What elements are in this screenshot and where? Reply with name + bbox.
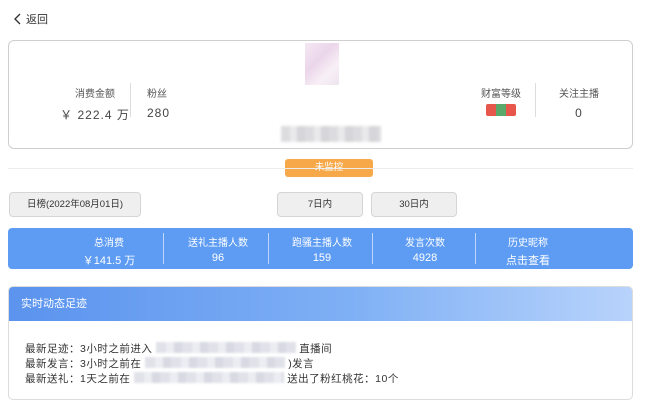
gift-anchors-stat: 送礼主播人数 96 bbox=[170, 228, 266, 269]
divider bbox=[372, 233, 373, 264]
latest-speech-line: 最新发言：3小时之前在 )发言 bbox=[25, 356, 314, 371]
back-label: 返回 bbox=[26, 14, 48, 26]
latest-gift-suffix: 送出了粉红桃花：10个 bbox=[287, 373, 399, 385]
stats-bar: 总消费 ￥141.5 万 送礼主播人数 96 跑骚主播人数 159 发言次数 4… bbox=[8, 228, 633, 269]
latest-speech-prefix: 最新发言：3小时之前在 bbox=[25, 358, 142, 370]
speech-count-stat: 发言次数 4928 bbox=[378, 228, 472, 269]
gift-anchors-label: 送礼主播人数 bbox=[188, 238, 248, 249]
history-nicknames-label: 历史昵称 bbox=[508, 238, 548, 249]
fans-value: 280 bbox=[147, 106, 171, 120]
spend-value: ￥ 222.4 万 bbox=[60, 108, 130, 122]
visit-anchors-value: 159 bbox=[312, 252, 332, 264]
history-nicknames-link[interactable]: 点击查看 bbox=[480, 252, 576, 268]
divider bbox=[130, 83, 131, 117]
total-spend-stat: 总消费 ￥141.5 万 bbox=[64, 228, 154, 269]
gift-anchors-value: 96 bbox=[211, 252, 225, 264]
username-redacted bbox=[281, 126, 381, 142]
follow-stat: 关注主播 0 bbox=[549, 85, 609, 120]
total-spend-label: 总消费 bbox=[94, 238, 124, 249]
follow-label: 关注主播 bbox=[559, 89, 599, 100]
divider bbox=[163, 233, 164, 264]
divider bbox=[475, 233, 476, 264]
speech-count-label: 发言次数 bbox=[405, 238, 445, 249]
redacted-text bbox=[144, 357, 285, 368]
latest-track-suffix: 直播间 bbox=[299, 343, 333, 355]
speech-count-value: 4928 bbox=[412, 252, 438, 264]
avatar bbox=[305, 43, 339, 85]
wealth-stat: 财富等级 bbox=[471, 85, 531, 121]
latest-track-line: 最新足迹：3小时之前进入 直播间 bbox=[25, 341, 332, 356]
profile-card: 消费金额 ￥ 222.4 万 粉丝 280 未监控 财富等级 关注主播 0 bbox=[8, 40, 633, 177]
latest-track-prefix: 最新足迹：3小时之前进入 bbox=[25, 343, 153, 355]
activity-card: 实时动态足迹 最新足迹：3小时之前进入 直播间 最新发言：3小时之前在 )发言 … bbox=[8, 286, 633, 400]
wealth-level-icon bbox=[486, 104, 516, 116]
visit-anchors-stat: 跑骚主播人数 159 bbox=[274, 228, 370, 269]
follow-value: 0 bbox=[575, 106, 583, 120]
chevron-left-icon bbox=[14, 13, 21, 25]
wealth-label: 财富等级 bbox=[481, 89, 521, 100]
visit-anchors-label: 跑骚主播人数 bbox=[292, 238, 352, 249]
redacted-text bbox=[155, 342, 296, 353]
history-nicknames-button[interactable]: 历史昵称 点击查看 bbox=[480, 228, 576, 269]
week-range-button[interactable]: 7日内 bbox=[277, 192, 363, 217]
spend-label: 消费金额 bbox=[75, 89, 115, 100]
divider bbox=[535, 83, 536, 117]
daily-range-button[interactable]: 日榜(2022年08月01日) bbox=[9, 192, 141, 217]
fans-stat: 粉丝 280 bbox=[147, 85, 187, 120]
total-spend-value: ￥141.5 万 bbox=[82, 255, 136, 267]
back-button[interactable]: 返回 bbox=[12, 9, 48, 29]
activity-title: 实时动态足迹 bbox=[9, 287, 632, 321]
redacted-text bbox=[133, 372, 284, 383]
divider bbox=[8, 168, 633, 169]
latest-gift-prefix: 最新送礼：1天之前在 bbox=[25, 373, 131, 385]
spend-stat: 消费金额 ￥ 222.4 万 bbox=[55, 85, 135, 123]
fans-label: 粉丝 bbox=[147, 89, 167, 100]
latest-gift-line: 最新送礼：1天之前在 送出了粉红桃花：10个 bbox=[25, 371, 399, 386]
divider bbox=[268, 233, 269, 264]
latest-speech-suffix: )发言 bbox=[288, 358, 315, 370]
month-range-button[interactable]: 30日内 bbox=[371, 192, 457, 217]
